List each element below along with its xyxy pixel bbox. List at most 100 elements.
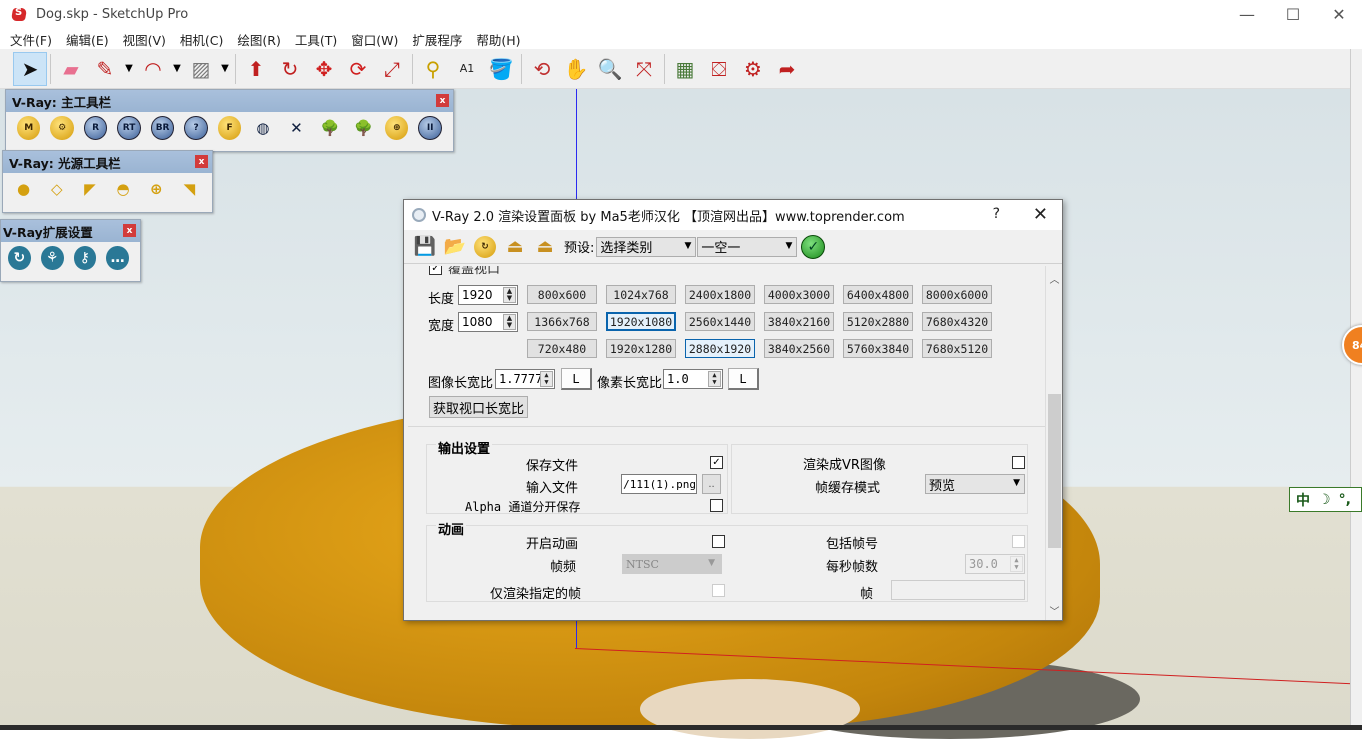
scale-tool-button[interactable]: ⤢	[375, 52, 409, 86]
image-aspect-spinner[interactable]: 1.77777 ▲ ▼	[495, 369, 555, 389]
length-spinner[interactable]: 1920 ▲ ▼	[458, 285, 518, 305]
menu-item[interactable]: 文件(F)	[10, 30, 52, 49]
scroll-down-icon[interactable]: ﹀	[1046, 602, 1063, 618]
tape-measure-tool-button[interactable]: ⚲	[416, 52, 450, 86]
help-icon[interactable]: ?	[184, 116, 208, 140]
move-tool-button[interactable]: ✥	[307, 52, 341, 86]
resolution-preset-button[interactable]: 3840x2160	[764, 312, 834, 331]
menu-item[interactable]: 窗口(W)	[351, 30, 398, 49]
resolution-preset-button[interactable]: 1920x1080	[606, 312, 676, 331]
resolution-preset-button[interactable]: 5120x2880	[843, 312, 913, 331]
browse-button[interactable]: ..	[702, 474, 721, 494]
menu-item[interactable]: 扩展程序	[412, 30, 462, 49]
include-frame-checkbox[interactable]	[1012, 535, 1025, 548]
follow-me-tool-button[interactable]: ↻	[273, 52, 307, 86]
pan-tool-button[interactable]: ✋	[559, 52, 593, 86]
chat-icon[interactable]: …	[106, 246, 129, 270]
resolution-preset-button[interactable]: 800x600	[527, 285, 597, 304]
dialog-title-bar[interactable]: V-Ray 2.0 渲染设置面板 by Ma5老师汉化 【顶渲网出品】www.t…	[404, 200, 1062, 230]
export-proxy-icon[interactable]: 🌳	[352, 116, 375, 140]
open-folder-icon[interactable]: 📂	[440, 233, 470, 261]
resolution-preset-button[interactable]: 1920x1280	[606, 339, 676, 358]
frames-field[interactable]	[891, 580, 1025, 600]
extension-warehouse-tool-button[interactable]: ⚙	[736, 52, 770, 86]
resolution-preset-button[interactable]: 720x480	[527, 339, 597, 358]
spot-light-icon[interactable]: ◤	[77, 177, 102, 201]
spinner-arrows-icon[interactable]: ▲ ▼	[1010, 556, 1023, 572]
export-icon[interactable]: ⏏	[530, 233, 560, 261]
resolution-preset-button[interactable]: 1366x768	[527, 312, 597, 331]
batch-render-icon[interactable]: BR	[150, 116, 175, 140]
close-button[interactable]: ✕	[1316, 0, 1362, 29]
warehouse-tool-button[interactable]: ⛋	[702, 52, 736, 86]
help-button[interactable]: ?	[993, 206, 1000, 222]
apply-check-icon[interactable]: ✓	[801, 234, 826, 259]
toolbar-header[interactable]: V-Ray: 光源工具栏 x	[3, 151, 212, 173]
material-editor-icon[interactable]: M	[17, 116, 41, 140]
resolution-preset-button[interactable]: 2400x1800	[685, 285, 755, 304]
pause-icon[interactable]: II	[418, 116, 442, 140]
lock-image-aspect-button[interactable]: L	[561, 368, 592, 390]
key-icon[interactable]: ⚷	[73, 246, 97, 270]
lamp-icon[interactable]: ⚘	[40, 246, 64, 270]
resolution-preset-button[interactable]: 1024x768	[606, 285, 676, 304]
override-viewport-checkbox[interactable]: ✓	[429, 266, 442, 275]
resolution-preset-button[interactable]: 4000x3000	[764, 285, 834, 304]
resolution-preset-button[interactable]: 2560x1440	[685, 312, 755, 331]
resolution-preset-button[interactable]: 6400x4800	[843, 285, 913, 304]
chevron-down-icon[interactable]: ▼	[122, 52, 136, 86]
resolution-preset-button[interactable]: 8000x6000	[922, 285, 992, 304]
toolbar-header[interactable]: V-Ray扩展设置 x	[1, 220, 140, 242]
close-icon[interactable]: x	[436, 94, 449, 107]
pencil-tool-button[interactable]: ✎	[88, 52, 122, 86]
eraser-tool-button[interactable]: ▰	[54, 52, 88, 86]
dome-light-icon[interactable]: ◓	[111, 177, 136, 201]
chevron-down-icon[interactable]: ▼	[170, 52, 184, 86]
ime-indicator[interactable]: 中 ☽ °,	[1289, 487, 1362, 512]
import-proxy-icon[interactable]: 🌳	[318, 116, 341, 140]
category-select[interactable]: 选择类别 ▼	[596, 236, 697, 257]
rotate-tool-button[interactable]: ⟳	[341, 52, 375, 86]
lock-pixel-aspect-button[interactable]: L	[728, 368, 759, 390]
resolution-preset-button[interactable]: 2880x1920	[685, 339, 755, 358]
spinner-arrows-icon[interactable]: ▲ ▼	[540, 371, 553, 387]
resolution-preset-button[interactable]: 7680x5120	[922, 339, 992, 358]
scroll-up-icon[interactable]: ︿	[1046, 270, 1063, 286]
alpha-checkbox[interactable]	[710, 499, 723, 512]
rectangle-tool-button[interactable]: ▨	[184, 52, 218, 86]
rect-light-icon[interactable]: ◇	[44, 177, 69, 201]
plane-icon[interactable]: ✕	[285, 116, 308, 140]
enable-animation-checkbox[interactable]	[712, 535, 725, 548]
render-icon[interactable]: R	[83, 116, 108, 140]
push-pull-tool-button[interactable]: ⬆	[239, 52, 273, 86]
width-spinner[interactable]: 1080 ▲ ▼	[458, 312, 518, 332]
frame-buffer-icon[interactable]: F	[217, 116, 242, 140]
resolution-preset-button[interactable]: 3840x2560	[764, 339, 834, 358]
frame-rate-select[interactable]: NTSC ▼	[622, 554, 722, 574]
save-file-checkbox[interactable]: ✓	[710, 456, 723, 469]
arc-tool-button[interactable]: ◠	[136, 52, 170, 86]
resolution-preset-button[interactable]: 7680x4320	[922, 312, 992, 331]
spinner-arrows-icon[interactable]: ▲ ▼	[503, 314, 516, 330]
paint-bucket-tool-button[interactable]: 🪣	[484, 52, 518, 86]
orbit-tool-button[interactable]: ⟲	[525, 52, 559, 86]
text-tool-button[interactable]: A1	[450, 52, 484, 86]
close-icon[interactable]: x	[195, 155, 208, 168]
sphere-light-icon[interactable]: ⊕	[144, 177, 169, 201]
toolbar-header[interactable]: V-Ray: 主工具栏 x	[6, 90, 453, 112]
fps-spinner[interactable]: 30.0 ▲ ▼	[965, 554, 1025, 574]
scroll-thumb[interactable]	[1048, 394, 1061, 548]
spinner-arrows-icon[interactable]: ▲ ▼	[503, 287, 516, 303]
target-icon[interactable]: ⊕	[385, 116, 409, 140]
menu-item[interactable]: 帮助(H)	[476, 30, 520, 49]
vr-image-checkbox[interactable]	[1012, 456, 1025, 469]
refresh-icon[interactable]: ↻	[8, 246, 31, 270]
preset-select[interactable]: 一空一 ▼	[697, 236, 798, 257]
framebuffer-mode-select[interactable]: 预览 ▼	[925, 474, 1025, 494]
share-tool-button[interactable]: ➦	[770, 52, 804, 86]
select-tool-button[interactable]: ➤	[13, 51, 47, 86]
render-frames-checkbox[interactable]	[712, 584, 725, 597]
minimize-button[interactable]: —	[1224, 0, 1270, 29]
chevron-down-icon[interactable]: ▼	[218, 52, 232, 86]
map-tool-button[interactable]: ▦	[668, 52, 702, 86]
